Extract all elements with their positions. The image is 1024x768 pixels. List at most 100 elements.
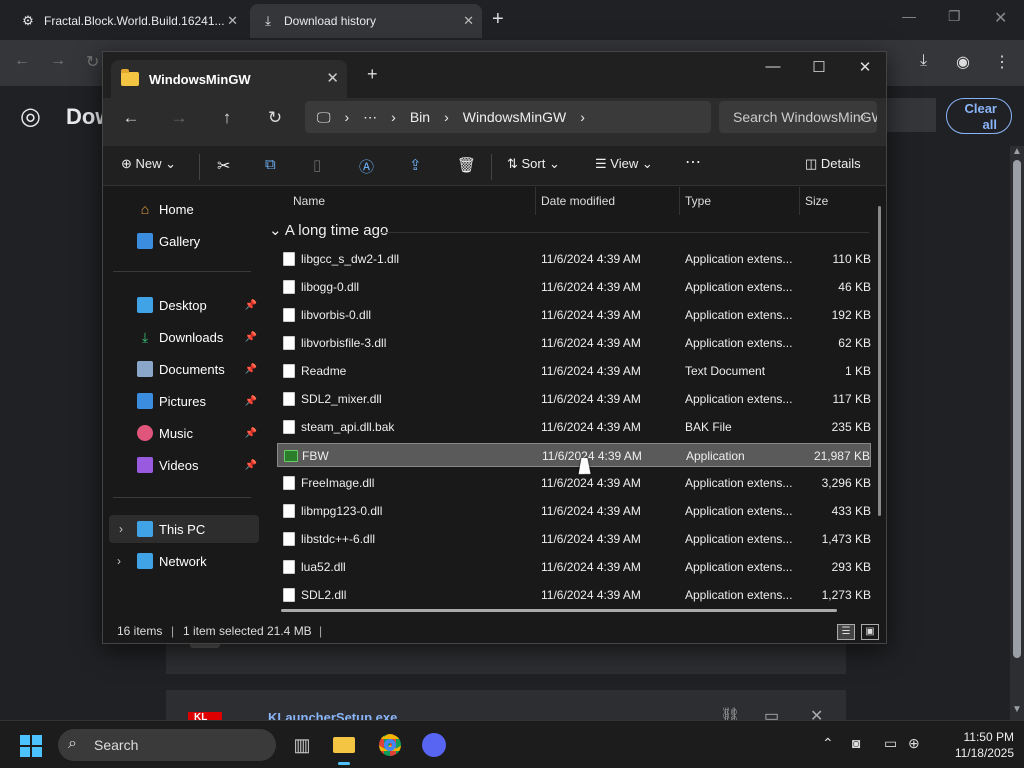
scroll-up-icon[interactable]: ▲ — [1012, 146, 1022, 157]
file-row[interactable]: lua52.dll 11/6/2024 4:39 AM Application ex… — [277, 555, 871, 579]
scrollbar-thumb[interactable] — [1013, 160, 1021, 658]
chrome-icon[interactable] — [376, 731, 404, 759]
downloads-icon[interactable]: ⤓ — [920, 52, 927, 70]
close-icon[interactable]: ✕ — [845, 58, 885, 76]
start-button[interactable] — [20, 735, 42, 757]
file-row[interactable]: libstdc++-6.dll 11/6/2024 4:39 AM Applicat… — [277, 527, 871, 551]
sidebar-item-pictures[interactable]: Pictures 📌 — [137, 387, 257, 415]
sidebar-item-videos[interactable]: Videos 📌 — [137, 451, 257, 479]
new-button[interactable]: ⊕ New ⌄ — [121, 156, 176, 172]
sidebar-item-home[interactable]: ⌂ Home — [137, 195, 257, 223]
sidebar-item-music[interactable]: Music 📌 — [137, 419, 257, 447]
sidebar-item-downloads[interactable]: ⤓ Downloads 📌 — [137, 323, 257, 351]
sidebar-item-this-pc[interactable]: › This PC — [109, 515, 259, 543]
sidebar-item-network[interactable]: › Network — [117, 547, 257, 575]
discord-tray-icon[interactable]: ◙ — [852, 735, 860, 751]
clock[interactable]: 11:50 PM 11/18/2025 — [930, 729, 1014, 761]
file-date: 11/6/2024 4:39 AM — [541, 560, 641, 574]
page-scrollbar[interactable]: ▲ ▼ — [1010, 146, 1024, 720]
group-header[interactable]: ⌄ A long time ago — [269, 221, 388, 239]
sidebar-item-desktop[interactable]: Desktop 📌 — [137, 291, 257, 319]
pictures-icon — [137, 393, 153, 409]
forward-icon[interactable]: → — [50, 52, 66, 70]
vertical-scrollbar[interactable] — [878, 206, 881, 516]
file-row[interactable]: Readme 11/6/2024 4:39 AM Text Document 1 KB — [277, 359, 871, 383]
network-icon[interactable]: ⊕ — [908, 735, 920, 752]
details-button[interactable]: ◫ Details — [805, 156, 861, 172]
column-header-name[interactable]: Name — [293, 187, 325, 215]
file-row[interactable]: libogg-0.dll 11/6/2024 4:39 AM Application… — [277, 275, 871, 299]
menu-icon[interactable]: ⋮ — [994, 52, 1010, 72]
close-tab-icon[interactable]: ✕ — [463, 13, 474, 29]
breadcrumb-bin[interactable]: Bin — [410, 109, 430, 125]
taskbar-search[interactable]: ⌕ Search — [58, 729, 276, 761]
new-tab-button[interactable]: + — [367, 64, 378, 85]
file-row[interactable]: FBW 11/6/2024 4:39 AM Application 21,987 KB — [277, 443, 871, 467]
maximize-icon[interactable]: ❐ — [948, 8, 961, 25]
profile-icon[interactable]: ◉ — [956, 52, 970, 72]
minimize-icon[interactable]: — — [902, 8, 916, 24]
rename-icon[interactable]: Ⓐ — [359, 156, 374, 177]
sidebar-item-gallery[interactable]: Gallery — [137, 227, 257, 255]
new-tab-button[interactable]: + — [492, 8, 504, 31]
reload-icon[interactable]: ↻ — [86, 52, 99, 72]
file-row[interactable]: libvorbisfile-3.dll 11/6/2024 4:39 AM Appl… — [277, 331, 871, 355]
display-icon[interactable]: ▭ — [884, 735, 897, 752]
close-icon[interactable]: ✕ — [994, 8, 1007, 28]
more-options-icon[interactable]: ⋯ — [685, 152, 701, 172]
back-icon[interactable]: ← — [14, 52, 30, 70]
breadcrumb-windowsmingw[interactable]: WindowsMinGW — [463, 109, 566, 125]
paste-icon[interactable]: ▯ — [313, 156, 321, 174]
close-tab-icon[interactable]: ✕ — [326, 69, 339, 87]
file-row[interactable]: FreeImage.dll 11/6/2024 4:39 AM Applicatio… — [277, 471, 871, 495]
file-row[interactable]: SDL2_mixer.dll 11/6/2024 4:39 AM Applicati… — [277, 387, 871, 411]
file-row[interactable]: libvorbis-0.dll 11/6/2024 4:39 AM Applicat… — [277, 303, 871, 327]
refresh-icon[interactable]: ↻ — [261, 108, 289, 128]
delete-icon[interactable]: 🗑 — [457, 156, 476, 174]
file-row[interactable]: libgcc_s_dw2-1.dll 11/6/2024 4:39 AM Appli… — [277, 247, 871, 271]
file-size: 433 KB — [831, 504, 871, 518]
view-button[interactable]: ☰ View ⌄ — [595, 156, 653, 172]
column-header-type[interactable]: Type — [685, 187, 711, 215]
maximize-icon[interactable]: ☐ — [799, 58, 839, 76]
sidebar-item-label: Network — [159, 553, 207, 569]
close-tab-icon[interactable]: ✕ — [227, 13, 238, 29]
clear-all-button[interactable]: Clear all — [946, 98, 1012, 134]
up-icon[interactable]: ↑ — [213, 108, 241, 128]
scroll-down-icon[interactable]: ▼ — [1012, 704, 1022, 715]
chevron-up-icon[interactable]: ⌃ — [822, 735, 834, 752]
address-bar[interactable]: 🖵 › ⋯ › Bin › WindowsMinGW › — [305, 101, 711, 133]
column-divider[interactable] — [535, 187, 536, 215]
minimize-icon[interactable]: — — [753, 58, 793, 75]
sidebar-item-documents[interactable]: Documents 📌 — [137, 355, 257, 383]
file-row[interactable]: libmpg123-0.dll 11/6/2024 4:39 AM Applicat… — [277, 499, 871, 523]
search-input[interactable]: Search WindowsMinGW ⌕ — [719, 101, 877, 133]
file-type: Application extens... — [685, 588, 793, 602]
file-date: 11/6/2024 4:39 AM — [541, 308, 641, 322]
cut-icon[interactable]: ✂ — [217, 156, 230, 176]
chevron-right-icon[interactable]: › — [119, 522, 123, 536]
column-header-size[interactable]: Size — [805, 187, 828, 215]
chrome-tab-download-history[interactable]: ⤓ Download history ✕ — [250, 4, 482, 38]
task-view-icon[interactable]: ▥ — [288, 731, 316, 759]
column-header-date[interactable]: Date modified — [541, 187, 615, 215]
file-row[interactable]: steam_api.dll.bak 11/6/2024 4:39 AM BAK Fi… — [277, 415, 871, 439]
forward-icon[interactable]: → — [165, 108, 193, 128]
sort-button[interactable]: ⇅ Sort ⌄ — [507, 156, 560, 172]
explorer-tab[interactable]: WindowsMinGW ✕ — [111, 60, 347, 98]
copy-icon[interactable]: ⧉ — [265, 156, 276, 173]
file-row[interactable]: SDL2.dll 11/6/2024 4:39 AM Application ext… — [277, 583, 871, 607]
back-icon[interactable]: ← — [117, 108, 145, 128]
more-icon[interactable]: ⋯ — [363, 109, 377, 126]
horizontal-scrollbar[interactable] — [281, 609, 837, 612]
chrome-tab-fractal[interactable]: ⚙ Fractal.Block.World.Build.16241... ✕ — [10, 4, 246, 38]
column-divider[interactable] — [679, 187, 680, 215]
file-explorer-icon[interactable] — [330, 731, 358, 765]
chevron-right-icon[interactable]: › — [117, 554, 121, 568]
tiles-view-icon[interactable]: ▣ — [861, 624, 879, 640]
details-view-icon[interactable]: ☰ — [837, 624, 855, 640]
discord-icon[interactable] — [420, 731, 448, 759]
share-icon[interactable]: ⇪ — [409, 156, 422, 174]
column-divider[interactable] — [799, 187, 800, 215]
file-type: Application extens... — [685, 532, 793, 546]
